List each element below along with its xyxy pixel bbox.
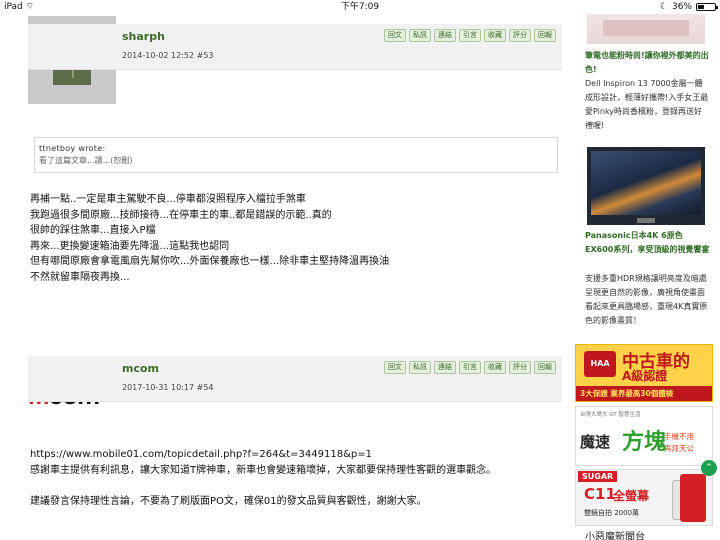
sidebar: 筆電也能粉時尚!讓你裡外都美的出色! Dell Inspiron 13 7000… <box>575 14 720 540</box>
link-button[interactable]: 連結 <box>434 361 456 374</box>
reply-button[interactable]: 回文 <box>384 29 406 42</box>
phone-banner[interactable]: SUGAR C11 全螢幕 雙鏡自拍 2000萬 <box>575 469 713 526</box>
report-button[interactable]: 回報 <box>534 361 556 374</box>
author-name[interactable]: sharph <box>122 30 165 43</box>
sidebar-ad-title[interactable]: Panasonic日本4K 6原色EX600系列，享受頂級的視覺饗宴 <box>585 229 710 257</box>
sidebar-ad-title[interactable]: 筆電也能粉時尚!讓你裡外都美的出色! <box>585 49 710 77</box>
link-button[interactable]: 連結 <box>434 29 456 42</box>
scroll-to-top-icon[interactable]: ⌃ <box>701 460 717 476</box>
battery-icon <box>696 3 718 11</box>
main-content: sharph 2014-10-02 12:52 #53 回文 私訊 連結 引言 … <box>0 14 570 540</box>
post-body: https://www.mobile01.com/topicdetail.php… <box>30 447 560 510</box>
report-button[interactable]: 回報 <box>534 29 556 42</box>
post-header: mcom 2017-10-31 10:17 #54 回文 私訊 連結 引言 收藏… <box>28 356 562 402</box>
message-button[interactable]: 私訊 <box>409 361 431 374</box>
status-time: 下午7:09 <box>340 2 380 12</box>
rate-button[interactable]: 評分 <box>509 361 531 374</box>
post-line: 再補一點..一定是車主駕駛不良...停車都沒照程序入檔拉手煞車 <box>30 194 306 205</box>
rate-button[interactable]: 評分 <box>509 29 531 42</box>
post-actions: 回文 私訊 連結 引言 收藏 評分 回報 <box>384 29 556 42</box>
certification-badge: HAA <box>584 351 616 377</box>
post-line: 再來...更換變速箱油要先降溫...這點我也認同 <box>30 240 230 252</box>
post-header: sharph 2014-10-02 12:52 #53 回文 私訊 連結 引言 … <box>28 24 562 70</box>
sidebar-ad-desc: Dell Inspiron 13 7000金屬一體成形設計，輕薄好攜帶!入手女王… <box>585 79 709 130</box>
laptop-ad-image[interactable] <box>587 14 705 44</box>
tv-ad-image[interactable] <box>587 147 705 225</box>
author-name[interactable]: mcom <box>122 362 159 375</box>
post-link[interactable]: https://www.mobile01.com/topicdetail.php… <box>30 447 560 463</box>
post-paragraph: 感謝車主提供有利訊息，讓大家知道T牌神車，新車也會變速箱壞掉，大家都要保持理性客… <box>30 464 497 476</box>
post-actions: 回文 私訊 連結 引言 收藏 評分 回報 <box>384 361 556 374</box>
status-bar: iPad ⌔ 下午7:09 ☾ 36% <box>0 0 720 14</box>
quote-attribution: ttnetboy wrote: <box>39 144 106 153</box>
post-body: 再補一點..一定是車主駕駛不良...停車都沒照程序入檔拉手煞車 我跑過很多間原廠… <box>30 192 560 286</box>
quote-block: ttnetboy wrote: 看了這篇文章...讀...(恕刪) <box>34 137 558 173</box>
message-button[interactable]: 私訊 <box>409 29 431 42</box>
battery-percent: 36% <box>671 2 692 12</box>
post-line: 我跑過很多間原廠...技師接待...在停車主的車..都是錯誤的示範..真的 <box>30 209 332 221</box>
quote-button[interactable]: 引言 <box>459 29 481 42</box>
phone-image <box>680 474 706 522</box>
post-line: 但有哪間原廠會拿電風扇先幫你吹...外面保養廠也一樣...除非車主堅持降溫再換油 <box>30 256 390 268</box>
post-paragraph: 建議發言保持理性言論，不要為了刷版面PO文，確保01的發文品質與客觀性，謝謝大家… <box>30 496 427 508</box>
telecom-banner[interactable]: 台灣大哥大 GT 智慧生活 魔速 方塊 手機不用 再拜天公 <box>575 406 713 466</box>
quote-button[interactable]: 引言 <box>459 361 481 374</box>
used-car-banner[interactable]: HAA 中古車的 A級認證 3大保證 業界最高30個體檢 <box>575 344 713 402</box>
post-line: 很帥的踩住煞車...直接入P檔 <box>30 225 156 237</box>
quote-text: 看了這篇文章...讀...(恕刪) <box>39 156 133 165</box>
post-meta: 2017-10-31 10:17 #54 <box>122 383 214 392</box>
post-line: 不然就留車隔夜再換... <box>30 271 130 283</box>
sidebar-ad-desc: 支援多重HDR規格讓明亮度及暗處呈現更自然的影像，廣視角使畫面看起來更具臨場感，… <box>585 274 708 325</box>
favorite-button[interactable]: 收藏 <box>484 361 506 374</box>
post-meta: 2014-10-02 12:52 #53 <box>122 51 214 60</box>
sidebar-section-title[interactable]: 小惡魔新聞台 <box>585 528 645 540</box>
moon-icon: ☾ <box>659 2 668 12</box>
reply-button[interactable]: 回文 <box>384 361 406 374</box>
favorite-button[interactable]: 收藏 <box>484 29 506 42</box>
